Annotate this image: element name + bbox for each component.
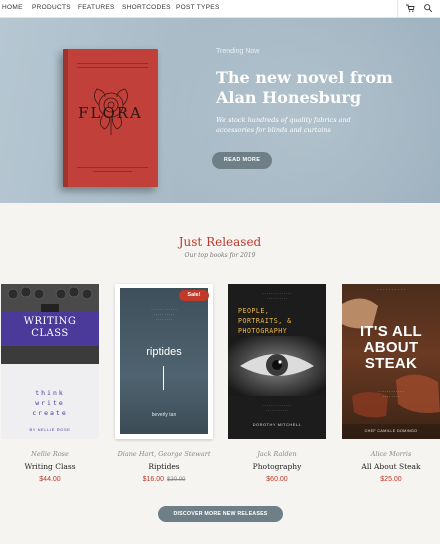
nav-divider <box>397 0 398 18</box>
product-price: $25.00 <box>380 476 402 483</box>
cover-author: BY NELLIE ROSE <box>29 427 71 432</box>
hero-title-line-1: The new novel from <box>216 68 393 87</box>
cover-tagline-line: create <box>32 409 68 417</box>
cover-blurb: · · · · · · · · · · · · · · · · · · · · ·… <box>262 292 292 301</box>
product-title[interactable]: Writing Class <box>1 462 99 471</box>
hero-title: The new novel from Alan Honesburg <box>216 68 426 108</box>
sale-badge: Sale! <box>179 290 209 301</box>
cover-rule <box>93 171 132 172</box>
cover-blurb: · · · · · · · · · · · · · · · · · · · · <box>378 390 404 399</box>
cover-title: PEOPLE, PORTRAITS, & PHOTOGRAPHY <box>238 307 292 335</box>
nav-shortcodes[interactable]: SHORTCODES <box>122 4 171 11</box>
nav-post-types[interactable]: POST TYPES <box>176 4 220 11</box>
product-cover[interactable]: · · · · · · · · · · · · · · · · · · · · ·… <box>228 284 326 439</box>
product-price: $44.00 <box>39 476 61 483</box>
sale-price: $16.00 <box>142 476 165 483</box>
product-author: Jack Ralden <box>257 450 297 458</box>
section-subtitle: Our top books for 2019 <box>184 252 256 259</box>
cover-title: WRITING CLASS <box>23 316 77 339</box>
product-cover[interactable]: WRITING CLASS think write create BY NELL… <box>1 284 99 439</box>
discover-more-button[interactable]: DISCOVER MORE NEW RELEASES <box>158 506 283 522</box>
product-author: Diane Hart, George Stewart <box>117 450 211 458</box>
featured-book-title: FLORA <box>78 104 143 122</box>
product-author: Nellie Rose <box>31 450 69 458</box>
cover-line <box>163 366 164 390</box>
cover-title: riptides <box>146 346 182 358</box>
product-title[interactable]: All About Steak <box>342 462 440 471</box>
cover-tagline: think write create <box>1 388 99 418</box>
hero-banner: FLORA Trending Now The new novel from Al… <box>0 18 440 203</box>
cover-blurb: · · · · · · · · · · <box>376 288 406 292</box>
old-price: $20.00 <box>167 477 186 483</box>
nav-features[interactable]: FEATURES <box>78 4 115 11</box>
cart-icon[interactable] <box>405 3 415 13</box>
cover-blurb: · · · · · · · · · · · · · · · · · · · · ·… <box>262 404 292 413</box>
cover-rule <box>77 167 148 168</box>
cover-rule <box>77 63 148 64</box>
eye-photo <box>228 336 326 396</box>
typewriter-body <box>1 346 99 364</box>
cover-author: DOROTHY MITCHELL <box>252 422 302 427</box>
cover-author: CHEF CAMILLE DOMINGO <box>364 429 418 433</box>
search-icon[interactable] <box>423 3 433 13</box>
product-author: Alice Morris <box>370 450 412 458</box>
cover-blurb: · · · · · · · · · · · · · · · · · · · · ·… <box>151 308 177 322</box>
product-cover[interactable]: · · · · · · · · · · IT'S ALL ABOUT STEAK… <box>342 284 440 439</box>
product-title[interactable]: Riptides <box>115 462 213 471</box>
featured-book-cover[interactable]: FLORA <box>63 49 158 187</box>
section-title: Just Released <box>178 235 262 249</box>
riptides-art: · · · · · · · · · · · · · · · · · · · · ·… <box>120 288 208 434</box>
hero-subtitle: We stock hundreds of quality fabrics and… <box>216 116 351 134</box>
nav-home[interactable]: HOME <box>2 4 23 11</box>
read-more-button[interactable]: READ MORE <box>212 152 272 169</box>
hero-kicker: Trending Now <box>216 48 260 55</box>
top-nav: HOME PRODUCTS FEATURES SHORTCODES POST T… <box>0 0 440 18</box>
cover-tagline-line: think <box>35 389 65 397</box>
cover-rule <box>77 67 148 68</box>
cover-tagline-line: write <box>35 399 65 407</box>
product-price: $16.00 $20.00 <box>115 476 213 483</box>
nav-products[interactable]: PRODUCTS <box>32 4 71 11</box>
product-price: $60.00 <box>266 476 288 483</box>
cover-author: beverly tan <box>151 412 177 418</box>
cover-title: IT'S ALL ABOUT STEAK <box>359 323 423 372</box>
hero-title-line-2: Alan Honesburg <box>216 88 362 107</box>
product-cover[interactable]: · · · · · · · · · · · · · · · · · · · · ·… <box>115 284 213 439</box>
product-title[interactable]: Photography <box>228 462 326 471</box>
